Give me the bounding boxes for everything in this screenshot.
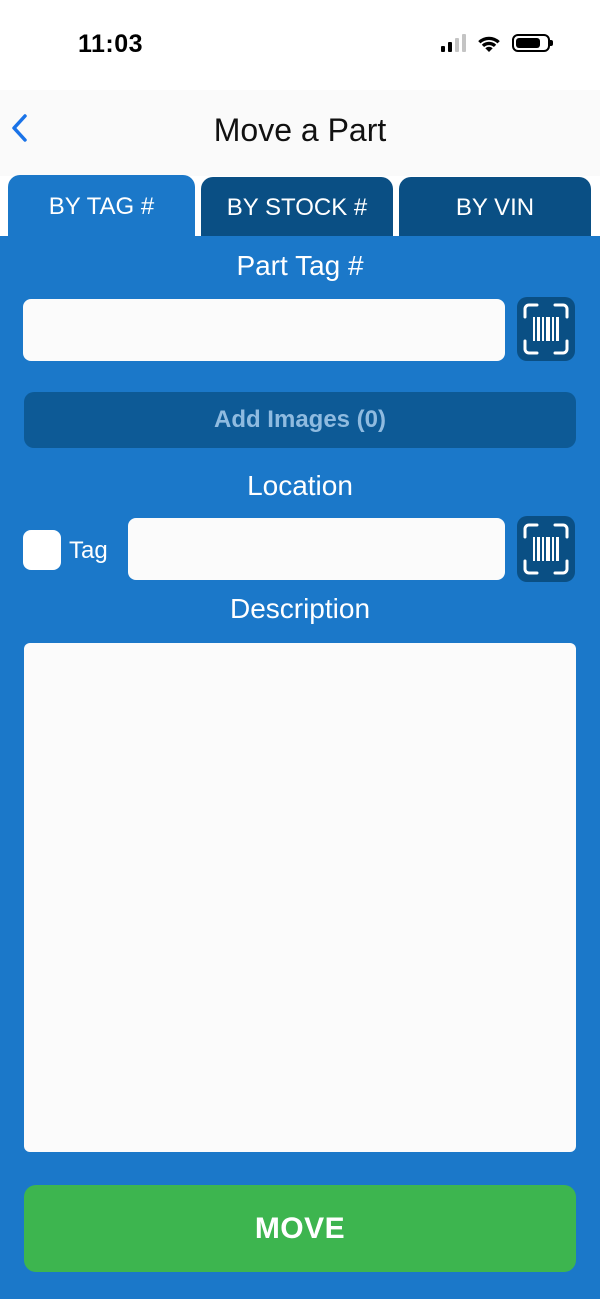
wifi-icon — [478, 36, 500, 52]
location-label: Location — [247, 470, 353, 501]
cellular-signal-icon — [441, 34, 466, 52]
description-label: Description — [229, 593, 371, 624]
tag-checkbox[interactable] — [23, 530, 61, 570]
status-time: 11:03 — [78, 30, 144, 58]
status-icons — [441, 33, 553, 53]
move-button[interactable]: MOVE — [24, 1185, 576, 1272]
part-tag-label: Part Tag # — [236, 250, 364, 281]
tab-by-tag[interactable]: BY TAG # — [8, 175, 195, 239]
tag-checkbox-label: Tag — [69, 537, 108, 564]
location-scan-button[interactable] — [517, 516, 575, 582]
status-bar: 11:03 — [0, 0, 600, 90]
tab-by-vin[interactable]: BY VIN — [399, 177, 591, 238]
add-images-button[interactable]: Add Images (0) — [24, 392, 576, 448]
tab-by-stock[interactable]: BY STOCK # — [201, 177, 393, 238]
barcode-scan-icon — [523, 303, 569, 355]
description-textarea[interactable] — [24, 643, 576, 1152]
battery-icon — [512, 34, 553, 52]
part-tag-input[interactable] — [23, 299, 505, 361]
location-input[interactable] — [128, 518, 505, 580]
page-title: Move a Part — [213, 112, 387, 148]
part-tag-scan-button[interactable] — [517, 297, 575, 361]
barcode-scan-icon — [523, 523, 569, 575]
